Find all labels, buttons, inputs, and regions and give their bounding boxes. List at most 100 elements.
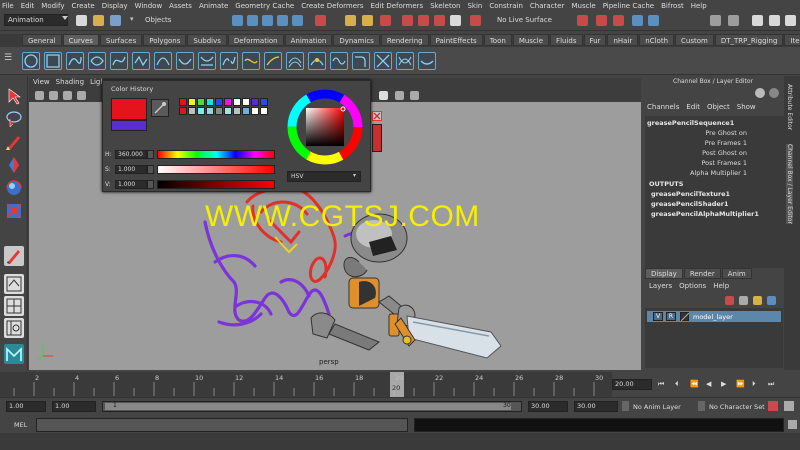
tab-item[interactable]: Item <box>784 34 800 46</box>
lasso-tool-icon[interactable] <box>4 109 24 129</box>
ipr-render-icon[interactable] <box>418 15 429 26</box>
viewport-menu-view[interactable]: View <box>33 78 50 89</box>
menu-assets[interactable]: Assets <box>169 2 192 10</box>
smooth-curve-icon[interactable] <box>418 52 436 70</box>
new-layer-selected-icon[interactable] <box>725 296 734 305</box>
rotate-tool-icon[interactable] <box>4 178 24 198</box>
preferences-icon[interactable] <box>784 401 794 411</box>
menu-constrain[interactable]: Constrain <box>489 2 523 10</box>
menu-create-deformers[interactable]: Create Deformers <box>301 2 363 10</box>
tab-curves[interactable]: Curves <box>62 34 99 46</box>
tab-painteffects[interactable]: PaintEffects <box>429 34 483 46</box>
isolate-select-icon[interactable] <box>379 91 388 100</box>
reverse-curve-icon[interactable] <box>308 52 326 70</box>
channel-box-menu-object[interactable]: Object <box>707 103 730 111</box>
snap-curve-icon[interactable] <box>247 15 258 26</box>
four-pane-layout-icon[interactable] <box>4 296 24 316</box>
menu-window[interactable]: Window <box>135 2 163 10</box>
history-swatch[interactable] <box>242 98 250 106</box>
tab-fur[interactable]: Fur <box>583 34 607 46</box>
history-swatch[interactable] <box>188 98 196 106</box>
menu-display[interactable]: Display <box>102 2 128 10</box>
play-backwards-icon[interactable]: ◀ <box>706 380 711 388</box>
tab-subdivs[interactable]: Subdivs <box>187 34 227 46</box>
time-slider[interactable]: 24681012141618202224262830 20 <box>0 372 612 397</box>
tab-rendering[interactable]: Rendering <box>380 34 429 46</box>
history-swatch[interactable] <box>233 107 241 115</box>
tab-custom[interactable]: Custom <box>675 34 714 46</box>
eyedropper-button[interactable] <box>151 99 169 117</box>
layer-editor-option-icon[interactable] <box>769 88 779 98</box>
attribute-editor-tab[interactable]: Attribute Editor <box>786 84 793 130</box>
open-scene-icon[interactable] <box>93 15 104 26</box>
intersect-curve-icon[interactable] <box>396 52 414 70</box>
history-swatch[interactable] <box>179 107 187 115</box>
history-swatch[interactable] <box>224 98 232 106</box>
shelf-menu-icon[interactable]: ☰ <box>4 53 12 63</box>
menu-animate[interactable]: Animate <box>199 2 228 10</box>
layer-color-icon[interactable] <box>680 312 690 322</box>
camera-attributes-icon[interactable] <box>49 91 58 100</box>
step-forward-frame-icon[interactable]: ⏵ <box>752 380 756 389</box>
menu-help[interactable]: Help <box>691 2 707 10</box>
snap-view-icon[interactable] <box>277 15 288 26</box>
menu-bifrost[interactable]: Bifrost <box>661 2 684 10</box>
channel-box-icon[interactable] <box>769 15 780 26</box>
range-slider-handle[interactable]: 1 30 <box>105 402 511 410</box>
menu-geometry-cache[interactable]: Geometry Cache <box>235 2 294 10</box>
hue-wheel[interactable] <box>287 89 363 165</box>
snap-point-icon[interactable] <box>262 15 273 26</box>
tab-general[interactable]: General <box>22 34 62 46</box>
scale-tool-icon[interactable] <box>4 201 24 221</box>
xform-icon[interactable] <box>596 15 607 26</box>
single-pane-layout-icon[interactable] <box>4 274 24 294</box>
go-to-end-icon[interactable]: ⏭ <box>768 380 774 389</box>
menu-muscle[interactable]: Muscle <box>571 2 595 10</box>
xray-icon[interactable] <box>395 91 404 100</box>
step-back-key-icon[interactable]: ⏪ <box>690 380 699 388</box>
script-editor-icon[interactable] <box>788 420 797 429</box>
history-swatch[interactable] <box>179 98 187 106</box>
save-scene-icon[interactable] <box>110 15 121 26</box>
tab-dt-trp-rigging[interactable]: DT_TRP_Rigging <box>714 34 784 46</box>
history-swatch[interactable] <box>233 98 241 106</box>
channel-attribute[interactable]: Pre Frames 1 <box>705 139 747 147</box>
menu-modify[interactable]: Modify <box>41 2 64 10</box>
bookmark-icon[interactable] <box>63 91 72 100</box>
hypershade-icon[interactable] <box>450 15 461 26</box>
menu-skin[interactable]: Skin <box>467 2 482 10</box>
construction-history-icon[interactable] <box>380 15 391 26</box>
step-back-frame-icon[interactable]: ⏴ <box>675 380 679 389</box>
hue-stepper[interactable] <box>147 150 154 159</box>
tab-toon[interactable]: Toon <box>483 34 512 46</box>
select-tool-icon[interactable] <box>4 86 24 106</box>
command-input[interactable] <box>36 418 408 432</box>
layer-up-icon[interactable] <box>753 296 762 305</box>
fillet-curve-icon[interactable] <box>352 52 370 70</box>
channel-box-tab[interactable]: Channel Box / Layer Editor <box>786 144 793 224</box>
rebuild-curve-icon[interactable] <box>330 52 348 70</box>
menu-file[interactable]: File <box>2 2 14 10</box>
menu-edit-deformers[interactable]: Edit Deformers <box>371 2 424 10</box>
menu-skeleton[interactable]: Skeleton <box>430 2 460 10</box>
playback-end-field[interactable]: 30.00 <box>528 401 568 412</box>
step-forward-key-icon[interactable]: ⏩ <box>736 380 745 388</box>
bezier-curve-icon[interactable] <box>110 52 128 70</box>
history-swatch[interactable] <box>197 98 205 106</box>
toggle-tool-settings-icon[interactable] <box>728 15 739 26</box>
xray-joints-icon[interactable] <box>410 91 419 100</box>
channel-box-menu-show[interactable]: Show <box>737 103 756 111</box>
insert-knot-icon[interactable] <box>242 52 260 70</box>
hue-field[interactable]: 360.000 <box>115 150 147 159</box>
relative-transform-icon[interactable] <box>632 15 643 26</box>
selection-mode-chevron-icon[interactable]: ▾ <box>130 15 134 23</box>
render-settings-icon[interactable] <box>434 15 445 26</box>
history-swatch[interactable] <box>197 107 205 115</box>
circle-curve-icon[interactable] <box>22 52 40 70</box>
history-swatch[interactable] <box>260 98 268 106</box>
color-mode-dropdown[interactable]: HSV <box>287 171 361 182</box>
toggle-panel-icon[interactable] <box>710 15 721 26</box>
tab-deformation[interactable]: Deformation <box>227 34 284 46</box>
command-language-label[interactable]: MEL <box>14 421 27 429</box>
tab-display[interactable]: Display <box>645 268 683 279</box>
